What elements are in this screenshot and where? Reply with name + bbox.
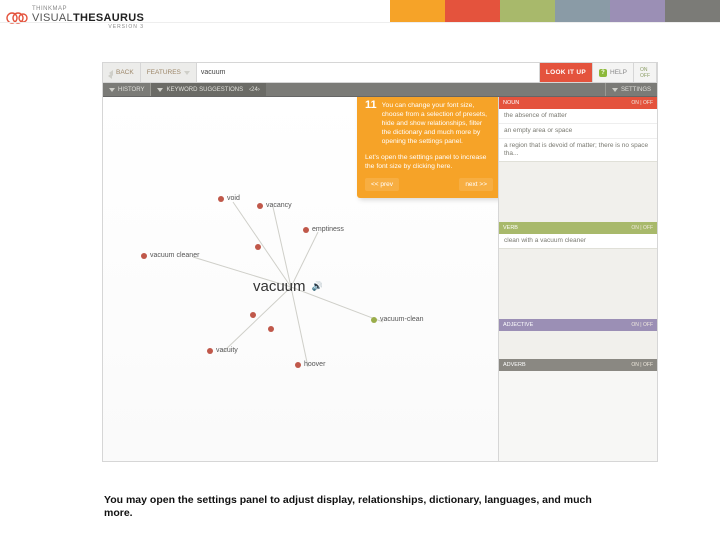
chevron-down-icon — [184, 71, 190, 75]
chevron-down-icon — [157, 88, 163, 92]
graph-node[interactable]: vacuum cleaner — [141, 252, 199, 259]
graph-node[interactable]: emptiness — [303, 226, 344, 233]
search-field-wrap — [197, 63, 540, 82]
brand-color-strip — [390, 0, 720, 22]
node-dot-icon — [303, 227, 309, 233]
word-graph-canvas[interactable]: vacuum🔊 void vacancy emptiness vacuum cl… — [103, 97, 499, 461]
tutorial-next-button[interactable]: next >> — [459, 178, 493, 191]
pos-header-adverb[interactable]: ADVERBON | OFF — [499, 359, 657, 371]
settings-dropdown[interactable]: SETTINGS — [606, 83, 657, 96]
definition-row[interactable]: an empty area or space — [499, 124, 657, 139]
definitions-sidebar: NOUNON | OFF the absence of matter an em… — [499, 97, 657, 461]
pos-body-noun: the absence of matter an empty area or s… — [499, 109, 657, 162]
page-header: THINKMAP VISUALTHESAURUS VERSION 3 — [0, 0, 720, 22]
speaker-icon[interactable]: 🔊 — [312, 281, 323, 292]
app-window: BACK FEATURES LOOK IT UP ?HELP ON OFF HI… — [102, 62, 658, 462]
definition-row[interactable]: clean with a vacuum cleaner — [499, 234, 657, 248]
graph-node[interactable]: void — [218, 195, 240, 202]
search-input[interactable] — [197, 69, 539, 76]
graph-node[interactable]: vacuity — [207, 347, 238, 354]
graph-node[interactable]: vacancy — [257, 202, 292, 209]
main-area: vacuum🔊 void vacancy emptiness vacuum cl… — [103, 97, 657, 461]
chevron-down-icon — [109, 88, 115, 92]
definition-row[interactable]: the absence of matter — [499, 109, 657, 124]
tutorial-text-1: You can change your font size, choose fr… — [382, 101, 493, 146]
lookup-button[interactable]: LOOK IT UP — [540, 63, 593, 82]
features-button[interactable]: FEATURES — [141, 63, 197, 82]
back-icon — [109, 70, 113, 76]
tutorial-prev-button[interactable]: << prev — [365, 178, 399, 191]
pos-header-noun[interactable]: NOUNON | OFF — [499, 97, 657, 109]
back-button[interactable]: BACK — [103, 63, 141, 82]
node-dot-icon — [371, 317, 377, 323]
graph-node[interactable]: hoover — [295, 361, 325, 368]
help-button[interactable]: ?HELP — [593, 63, 634, 82]
pos-header-verb[interactable]: VERBON | OFF — [499, 222, 657, 234]
sidebar-spacer — [499, 331, 657, 359]
slide-caption: You may open the settings panel to adjus… — [104, 494, 604, 520]
node-dot-icon — [295, 362, 301, 368]
node-dot-icon — [141, 253, 147, 259]
node-dot-icon — [207, 348, 213, 354]
help-icon: ? — [599, 69, 607, 77]
graph-node-center[interactable]: vacuum🔊 — [253, 278, 323, 295]
toolbar: BACK FEATURES LOOK IT UP ?HELP ON OFF — [103, 63, 657, 83]
sidebar-spacer — [499, 249, 657, 319]
node-dot-icon — [257, 203, 263, 209]
graph-node[interactable]: vacuum-clean — [371, 316, 424, 323]
header-separator — [0, 22, 720, 23]
chevron-down-icon — [612, 88, 618, 92]
tutorial-text-2: Let's open the settings panel to increas… — [365, 153, 493, 171]
tutorial-callout: 11 You can change your font size, choose… — [357, 97, 499, 198]
suggestions-dropdown[interactable]: KEYWORD SUGGESTIONS‹24› — [151, 83, 265, 96]
node-dot-icon — [218, 196, 224, 202]
sidebar-spacer — [499, 162, 657, 222]
pos-body-verb: clean with a vacuum cleaner — [499, 234, 657, 249]
sub-toolbar: HISTORY KEYWORD SUGGESTIONS‹24› SETTINGS — [103, 83, 657, 97]
tutorial-step-number: 11 — [365, 101, 377, 110]
autoplay-toggle[interactable]: ON OFF — [634, 63, 657, 82]
logo-text: THINKMAP VISUALTHESAURUS VERSION 3 — [32, 6, 144, 30]
pos-header-adjective[interactable]: ADJECTIVEON | OFF — [499, 319, 657, 331]
definition-row[interactable]: a region that is devoid of matter; there… — [499, 139, 657, 161]
history-dropdown[interactable]: HISTORY — [103, 83, 150, 96]
logo: THINKMAP VISUALTHESAURUS VERSION 3 — [6, 6, 144, 30]
